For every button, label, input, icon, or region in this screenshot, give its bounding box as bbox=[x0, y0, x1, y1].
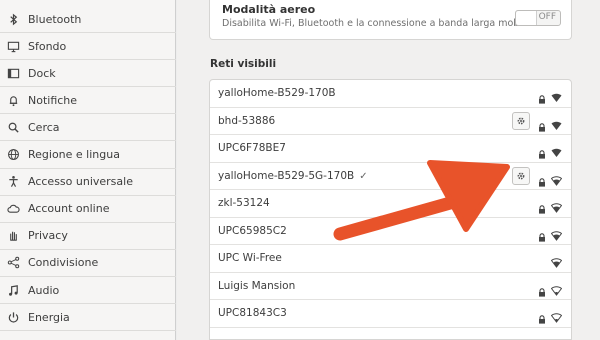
network-name-text: bhd-53886 bbox=[218, 114, 276, 127]
network-name-text: UPC6F78BE7 bbox=[218, 142, 286, 154]
lock-icon bbox=[538, 227, 546, 242]
network-row[interactable]: UPC6F78BE7 bbox=[210, 135, 571, 163]
network-settings-button[interactable] bbox=[512, 111, 530, 130]
network-name: UPC Wi-Free bbox=[218, 252, 282, 264]
network-row[interactable]: UPC65985C2 bbox=[210, 218, 571, 245]
monitor-icon bbox=[6, 39, 20, 53]
bluetooth-icon bbox=[6, 12, 20, 26]
wifi-signal-icon bbox=[550, 253, 563, 268]
sidebar-item-dock[interactable]: Dock bbox=[0, 60, 176, 88]
network-name-text: yalloHome-B529-5G-170B bbox=[218, 169, 355, 182]
dock-icon bbox=[6, 66, 20, 80]
sidebar-item-label: Account online bbox=[28, 202, 110, 216]
accessibility-icon bbox=[6, 175, 20, 189]
sidebar-item-bluetooth[interactable]: Bluetooth bbox=[0, 6, 176, 33]
airplane-mode-title: Modalità aereo bbox=[222, 3, 316, 16]
wifi-signal-icon bbox=[550, 281, 563, 296]
lock-icon bbox=[538, 172, 546, 187]
sidebar-item-notifiche[interactable]: Notifiche bbox=[0, 87, 176, 115]
lock-icon bbox=[538, 89, 546, 104]
network-name: Luigis Mansion bbox=[218, 280, 295, 292]
sidebar-item-label: Cerca bbox=[28, 120, 60, 134]
wifi-signal-icon bbox=[550, 226, 563, 241]
network-name-text: Luigis Mansion bbox=[218, 279, 296, 292]
sidebar-item-label: Bluetooth bbox=[28, 12, 82, 26]
search-icon bbox=[6, 120, 20, 134]
wifi-signal-icon bbox=[551, 143, 562, 157]
music-note-icon bbox=[6, 283, 20, 297]
wifi-signal-icon bbox=[550, 198, 563, 213]
sidebar-item-sfondo[interactable]: Sfondo bbox=[0, 33, 176, 61]
network-list: yalloHome-B529-170B bhd-53886 UPC6F78BE7 ya… bbox=[209, 79, 572, 340]
network-name-text: yalloHome-B529-170B bbox=[218, 87, 336, 99]
wifi-signal-icon bbox=[550, 171, 563, 186]
toggle-state-label: OFF bbox=[538, 12, 556, 22]
lock-icon bbox=[538, 144, 546, 159]
network-name-text: UPC Wi-Free bbox=[218, 252, 282, 264]
sidebar-item-cerca[interactable]: Cerca bbox=[0, 114, 176, 142]
wifi-signal-icon bbox=[550, 308, 563, 323]
share-icon bbox=[6, 256, 20, 270]
sidebar-item-label: Notifiche bbox=[28, 93, 78, 107]
wifi-settings-panel: Modalità aereo Disabilita Wi-Fi, Bluetoo… bbox=[177, 0, 600, 340]
sidebar-item-account-online[interactable]: Account online bbox=[0, 196, 176, 223]
lock-icon bbox=[538, 199, 546, 214]
network-name-text: UPC81843C3 bbox=[218, 307, 287, 319]
cloud-icon bbox=[6, 202, 20, 216]
hand-icon bbox=[6, 229, 20, 243]
network-name: yalloHome-B529-170B bbox=[218, 87, 336, 99]
sidebar-item-audio[interactable]: Audio bbox=[0, 277, 176, 304]
network-name-text: UPC65985C2 bbox=[218, 224, 287, 237]
globe-icon bbox=[6, 148, 20, 162]
network-name: bhd-53886 bbox=[218, 115, 275, 127]
sidebar-item-condivisione[interactable]: Condivisione bbox=[0, 250, 176, 277]
connected-check-icon: ✓ bbox=[359, 170, 368, 182]
network-row[interactable]: UPC Wi-Free bbox=[210, 245, 571, 273]
network-row[interactable]: zkl-53124 bbox=[210, 190, 571, 218]
sidebar-item-label: Regione e lingua bbox=[28, 148, 120, 161]
network-name: yalloHome-B529-5G-170B ✓ bbox=[218, 170, 368, 182]
sidebar-item-regione-e-lingua[interactable]: Regione e lingua bbox=[0, 142, 176, 169]
power-icon bbox=[6, 310, 20, 324]
sidebar-item-label: Energia bbox=[28, 310, 70, 324]
bell-icon bbox=[6, 93, 20, 107]
network-name: UPC6F78BE7 bbox=[218, 142, 286, 154]
wifi-signal-icon bbox=[551, 88, 562, 102]
network-row[interactable]: UPC81843C3 bbox=[210, 300, 571, 328]
airplane-mode-toggle[interactable]: OFF bbox=[515, 10, 561, 26]
network-name: UPC65985C2 bbox=[218, 225, 287, 237]
sidebar-item-label: Dock bbox=[28, 66, 56, 80]
lock-icon bbox=[538, 117, 546, 132]
sidebar-item-label: Audio bbox=[28, 283, 60, 297]
network-name-text: zkl-53124 bbox=[218, 197, 270, 209]
network-settings-button[interactable] bbox=[512, 166, 530, 185]
network-name: UPC81843C3 bbox=[218, 307, 287, 319]
sidebar-item-label: Privacy bbox=[28, 229, 68, 243]
network-row[interactable]: yalloHome-B529-5G-170B ✓ bbox=[210, 163, 571, 190]
visible-networks-heading: Reti visibili bbox=[210, 58, 277, 70]
airplane-mode-row: Modalità aereo Disabilita Wi-Fi, Bluetoo… bbox=[209, 0, 572, 40]
lock-icon bbox=[538, 282, 546, 297]
lock-icon bbox=[538, 309, 546, 324]
settings-sidebar: Bluetooth Sfondo Dock Notifiche Cerca Regione… bbox=[0, 0, 176, 340]
network-row[interactable]: yalloHome-B529-170B bbox=[210, 80, 571, 108]
gear-icon bbox=[516, 116, 526, 126]
sidebar-item-label: Accesso universale bbox=[28, 175, 133, 189]
sidebar-item-label: Condivisione bbox=[28, 256, 99, 270]
gear-icon bbox=[516, 171, 526, 181]
wifi-signal-icon bbox=[551, 116, 562, 130]
sidebar-item-privacy[interactable]: Privacy bbox=[0, 223, 176, 250]
airplane-mode-description: Disabilita Wi-Fi, Bluetooth e la conness… bbox=[222, 18, 531, 29]
network-name: zkl-53124 bbox=[218, 197, 270, 209]
network-row[interactable]: Luigis Mansion bbox=[210, 273, 571, 300]
sidebar-item-label: Sfondo bbox=[28, 39, 67, 53]
network-row[interactable]: bhd-53886 bbox=[210, 108, 571, 135]
sidebar-item-accesso-universale[interactable]: Accesso universale bbox=[0, 169, 176, 196]
toggle-knob[interactable] bbox=[516, 11, 537, 25]
sidebar-item-energia[interactable]: Energia bbox=[0, 304, 176, 332]
